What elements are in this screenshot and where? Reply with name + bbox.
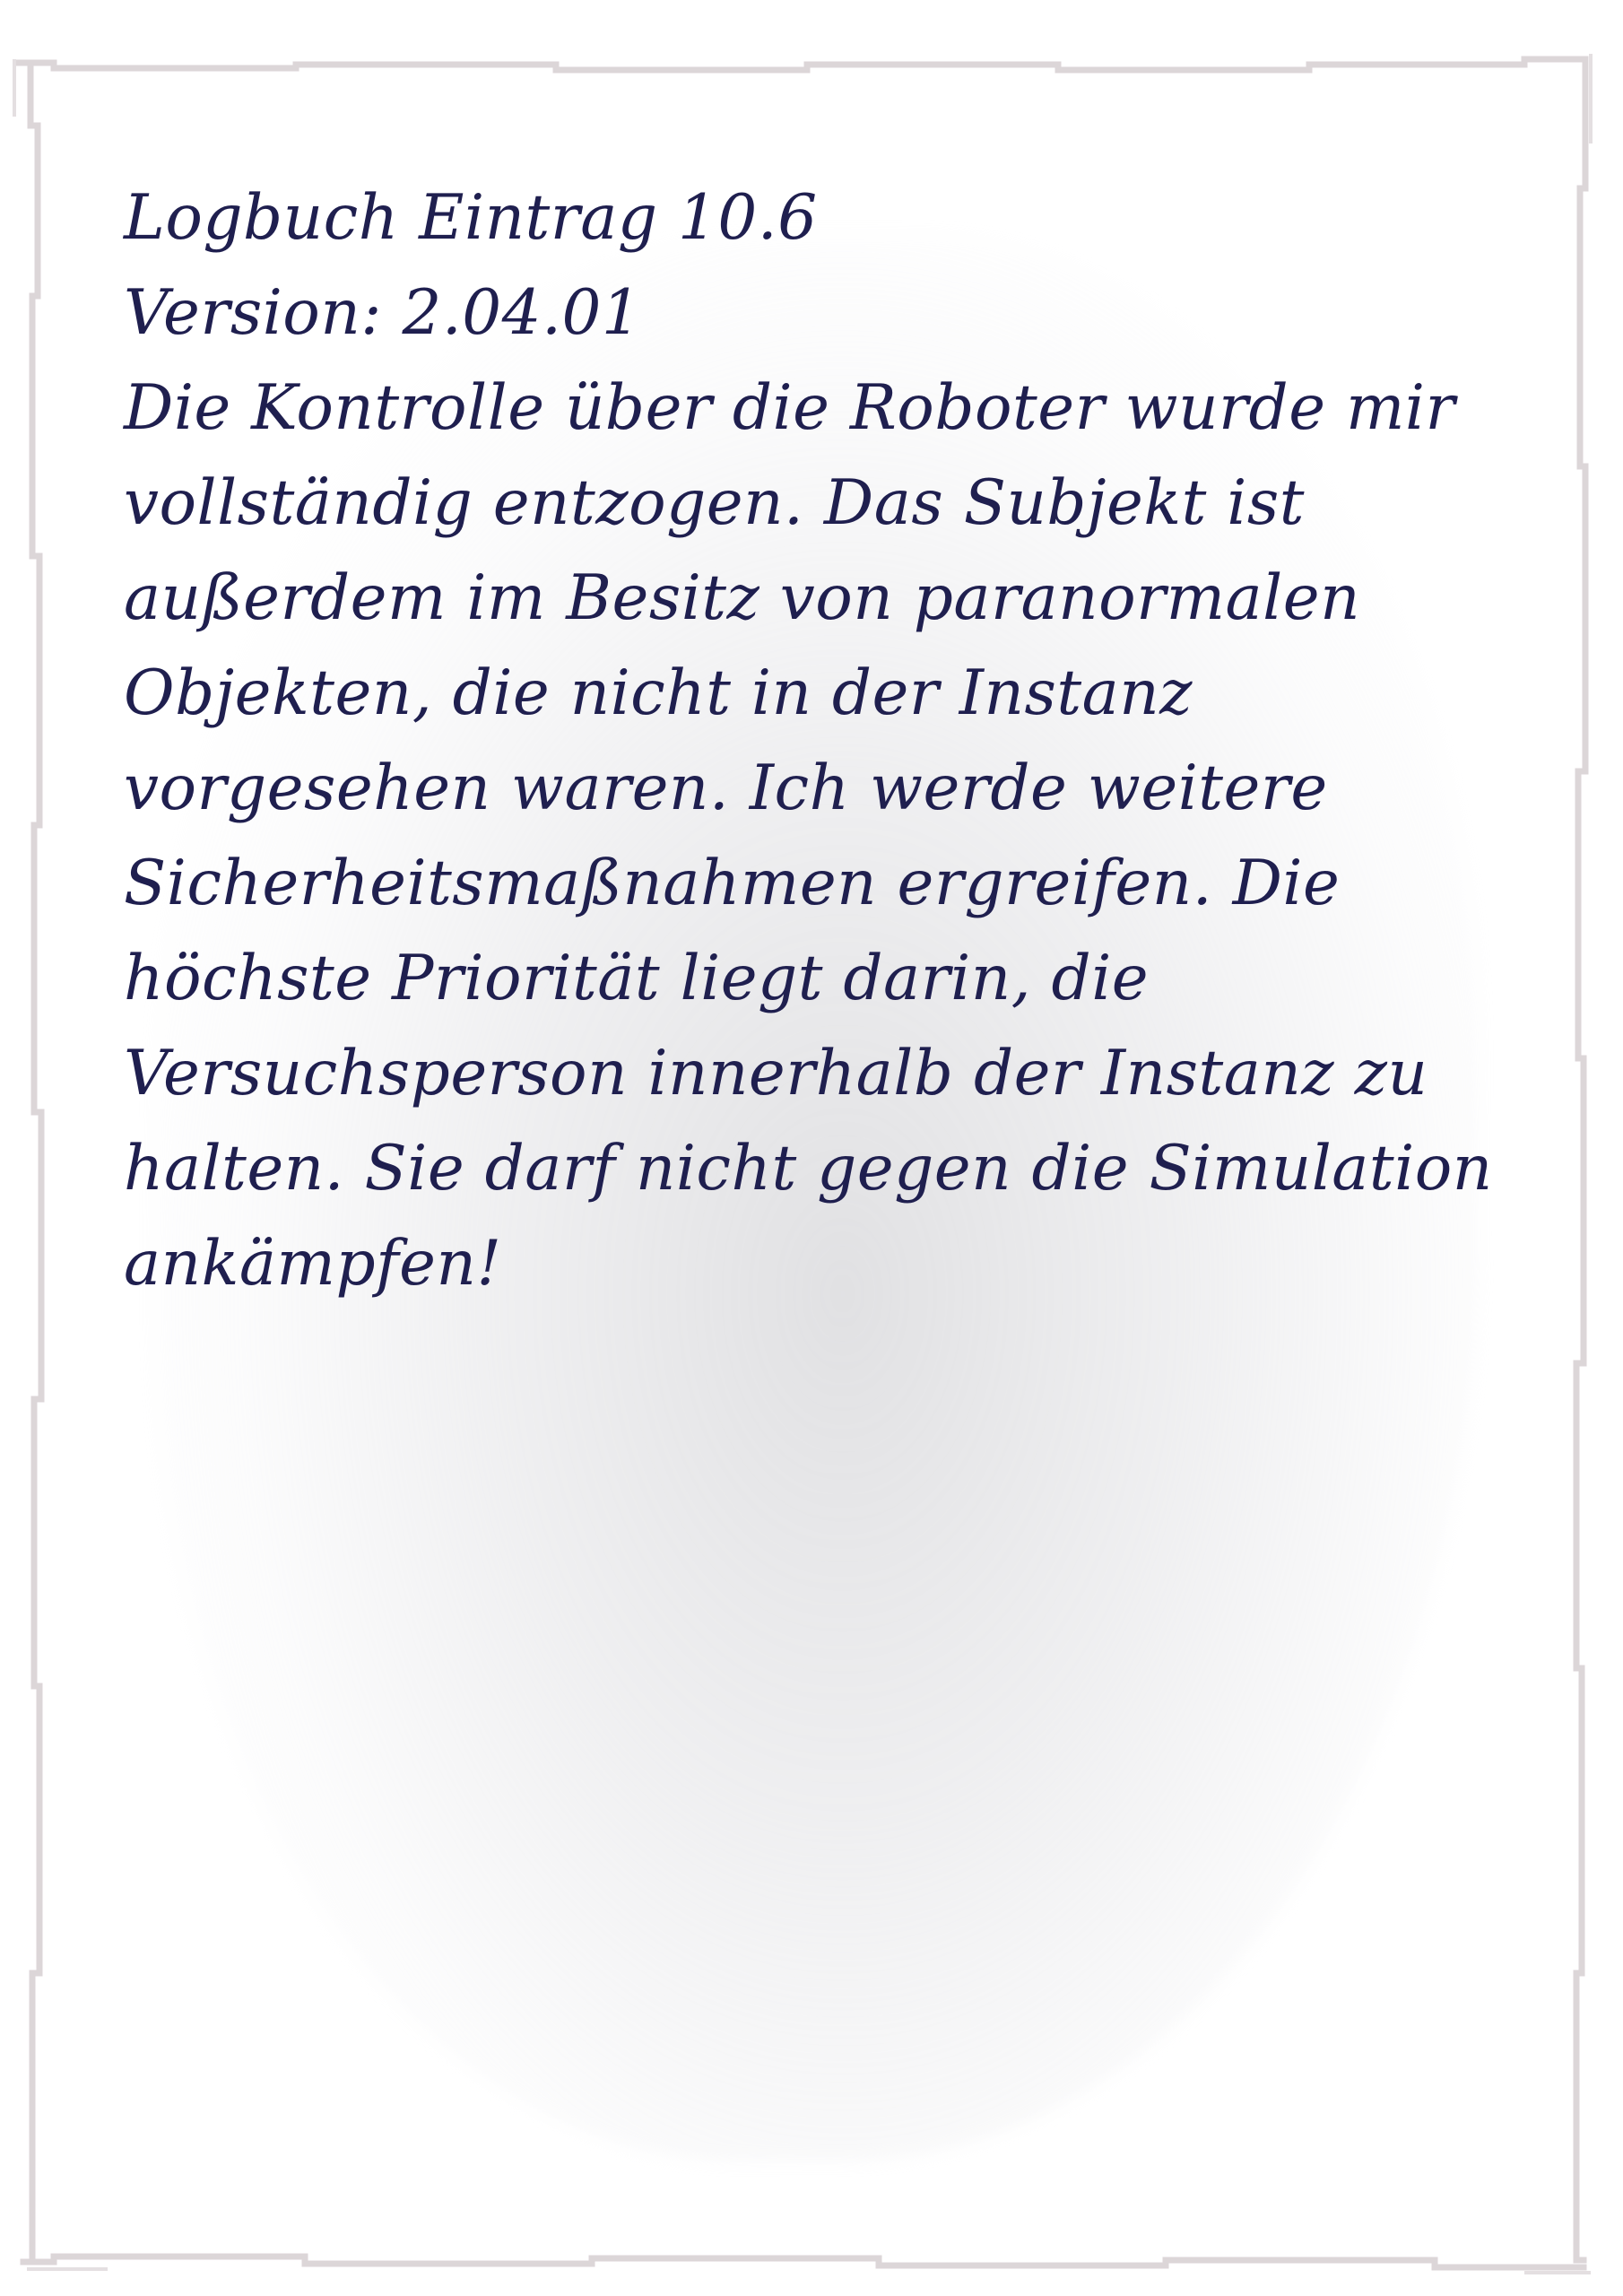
log-body-line: Sicherheitsmaßnahmen ergreifen. Die (124, 848, 1341, 919)
log-body-line: Versuchsperson innerhalb der Instanz zu (124, 1038, 1428, 1109)
log-body-line: Die Kontrolle über die Roboter wurde mir (124, 372, 1455, 444)
log-title: Logbuch Eintrag 10.6 (124, 182, 818, 254)
log-body-line: vorgesehen waren. Ich werde weitere (124, 752, 1328, 824)
log-body-line: Objekten, die nicht in der Instanz (124, 657, 1193, 729)
log-body-line: halten. Sie darf nicht gegen die Simulat… (124, 1133, 1493, 1205)
log-body-line: höchste Priorität liegt darin, die (124, 943, 1150, 1014)
log-entry: Logbuch Eintrag 10.6 Version: 2.04.01 Di… (124, 170, 1523, 1311)
log-body-line: vollständig entzogen. Das Subjekt ist (124, 467, 1306, 539)
log-body-line: ankämpfen! (124, 1228, 502, 1300)
paper-page: Logbuch Eintrag 10.6 Version: 2.04.01 Di… (0, 0, 1623, 2296)
log-body-line: außerdem im Besitz von paranormalen (124, 562, 1361, 634)
log-version: Version: 2.04.01 (124, 277, 642, 349)
